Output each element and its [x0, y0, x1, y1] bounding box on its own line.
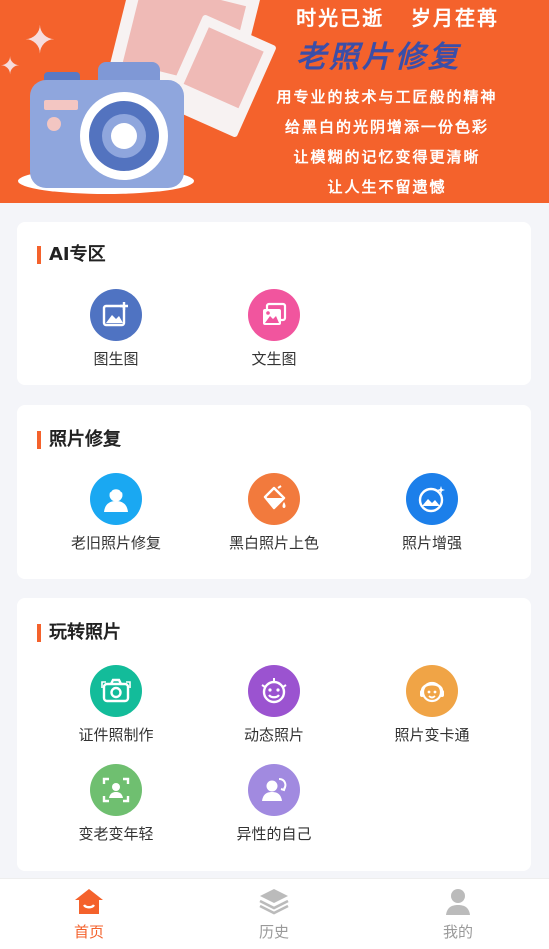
- section-title: 玩转照片: [37, 622, 121, 644]
- portrait-icon: [90, 473, 142, 525]
- user-icon: [408, 887, 508, 919]
- feature-label: 照片增强: [401, 534, 462, 552]
- smiley-face-icon: [248, 665, 300, 717]
- feature-live-photo[interactable]: 动态照片: [204, 665, 344, 745]
- feature-label: 动态照片: [243, 726, 304, 744]
- feature-cartoon[interactable]: 照片变卡通: [362, 665, 502, 745]
- tab-label: 我的: [442, 923, 473, 941]
- section-photo-restore: 照片修复 老旧照片修复 黑白照片上色 照片增强: [17, 405, 531, 579]
- banner-title-main: 老照片修复: [296, 40, 461, 75]
- banner-slogan: 给黑白的光阴增添一份色彩: [284, 118, 489, 136]
- banner-slogan: 让模糊的记忆变得更清晰: [293, 148, 481, 166]
- feature-photo-enhance[interactable]: 照片增强: [362, 473, 502, 553]
- section-play-photos: 玩转照片 证件照制作 动态照片 照片变卡通 变老变年轻 异性的自己: [17, 598, 531, 871]
- sparkle-icon: ✦: [24, 18, 56, 62]
- feature-label: 变老变年轻: [78, 825, 154, 843]
- feature-text-to-image[interactable]: 文生图: [204, 289, 344, 369]
- tab-label: 历史: [258, 923, 289, 941]
- paint-bucket-icon: [248, 473, 300, 525]
- hero-banner: ✦ ✦ 时光已逝 岁月荏苒 老照片修复 用专业的技术与工匠般的精神 给黑白的光阴…: [0, 0, 549, 203]
- camera-icon: [90, 665, 142, 717]
- photo-gallery-icon: [248, 289, 300, 341]
- home-icon: [39, 887, 139, 919]
- banner-slogan: 让人生不留遗憾: [327, 178, 447, 196]
- feature-bw-colorize[interactable]: 黑白照片上色: [204, 473, 344, 553]
- feature-opposite-gender[interactable]: 异性的自己: [204, 764, 344, 844]
- banner-slogan: 用专业的技术与工匠般的精神: [276, 88, 498, 106]
- tab-profile[interactable]: 我的: [408, 887, 508, 942]
- layers-icon: [224, 887, 324, 919]
- feature-label: 黑白照片上色: [228, 534, 319, 552]
- feature-label: 文生图: [251, 350, 297, 368]
- bottom-tab-bar: 首页 历史 我的: [0, 878, 549, 949]
- feature-old-photo-restore[interactable]: 老旧照片修复: [46, 473, 186, 553]
- user-swap-icon: [248, 764, 300, 816]
- feature-label: 照片变卡通: [394, 726, 470, 744]
- feature-label: 异性的自己: [236, 825, 312, 843]
- camera-illustration-icon: [30, 60, 186, 192]
- sparkle-icon: ✦: [0, 52, 21, 80]
- section-title: AI专区: [37, 244, 106, 266]
- tab-home[interactable]: 首页: [39, 887, 139, 942]
- banner-title-line1: 时光已逝 岁月荏苒: [296, 6, 499, 30]
- cartoon-face-icon: [406, 665, 458, 717]
- face-scan-icon: [90, 764, 142, 816]
- feature-label: 图生图: [93, 350, 139, 368]
- feature-image-to-image[interactable]: 图生图: [46, 289, 186, 369]
- feature-label: 老旧照片修复: [70, 534, 161, 552]
- section-ai: AI专区 图生图 文生图: [17, 222, 531, 385]
- section-title: 照片修复: [37, 429, 121, 451]
- tab-history[interactable]: 历史: [224, 887, 324, 942]
- feature-label: 证件照制作: [78, 726, 154, 744]
- image-plus-icon: [90, 289, 142, 341]
- magic-photo-icon: [406, 473, 458, 525]
- feature-id-photo[interactable]: 证件照制作: [46, 665, 186, 745]
- feature-age-change[interactable]: 变老变年轻: [46, 764, 186, 844]
- tab-label: 首页: [73, 923, 104, 941]
